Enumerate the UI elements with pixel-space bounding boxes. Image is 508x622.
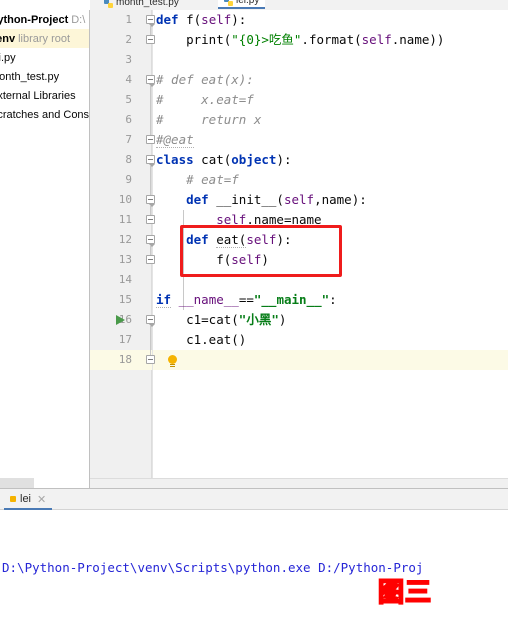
code-line[interactable]: print("{0}>吃鱼".format(self.name)): [156, 30, 508, 50]
line-number: 1: [125, 13, 132, 26]
code-line[interactable]: self.name=name: [156, 210, 508, 230]
sidebar-item-lei-py[interactable]: lei.py: [0, 48, 89, 67]
figure-caption: 图三: [377, 577, 433, 609]
tree-item-label: Python-Project: [0, 13, 69, 26]
line-number: 9: [125, 173, 132, 186]
line-number: 5: [125, 93, 132, 106]
code-line[interactable]: c1.eat(): [156, 330, 508, 350]
code-line[interactable]: [156, 50, 508, 70]
tree-item-path: library root: [18, 32, 71, 45]
code-content[interactable]: def f(self): print("{0}>吃鱼".format(self.…: [152, 10, 508, 488]
tree-item-label: lei.py: [0, 51, 16, 64]
code-line[interactable]: def f(self):: [156, 10, 508, 30]
code-line[interactable]: f(self): [156, 250, 508, 270]
tab-label: month_test.py: [116, 0, 179, 8]
sidebar-item-external-libraries[interactable]: External Libraries: [0, 86, 89, 105]
code-line[interactable]: def eat(self):: [156, 230, 508, 250]
fold-connector: [150, 85, 151, 140]
console-output[interactable]: D:\Python-Project\venv\Scripts\python.ex…: [2, 513, 508, 622]
tree-item-label: venv: [0, 32, 16, 45]
code-editor[interactable]: 1 2 3 4 5 6 7 8 9 10 11 12 13 14 15 16 1…: [90, 10, 508, 488]
code-line[interactable]: c1=cat("小黑"): [156, 310, 508, 330]
tab-label: lei.py: [236, 0, 260, 6]
code-line[interactable]: #@eat: [156, 130, 508, 150]
code-line[interactable]: class cat(object):: [156, 150, 508, 170]
console-tab-bar: lei ✕: [0, 489, 508, 510]
sidebar-item-month-test-py[interactable]: month_test.py: [0, 67, 89, 86]
tree-item-label: month_test.py: [0, 70, 60, 83]
tree-item-path: D:\: [71, 13, 86, 26]
code-line[interactable]: # return x: [156, 110, 508, 130]
python-file-icon: [104, 0, 113, 8]
close-icon[interactable]: ✕: [37, 493, 46, 506]
console-tab-label: lei: [20, 493, 32, 505]
line-number: 6: [125, 113, 132, 126]
code-line[interactable]: # x.eat=f: [156, 90, 508, 110]
sidebar-item-venv[interactable]: venv library root: [0, 29, 89, 48]
code-line[interactable]: if __name__=="__main__":: [156, 290, 508, 310]
tree-item-label: Scratches and Consoles: [0, 108, 90, 121]
sidebar-item-scratches-and-consoles[interactable]: Scratches and Consoles: [0, 105, 89, 124]
line-number: 13: [118, 253, 132, 266]
code-line[interactable]: [156, 350, 508, 370]
editor-tab-strip: month_test.py lei.py: [90, 0, 508, 10]
line-number: 12: [118, 233, 132, 246]
pycharm-window: month_test.py lei.py Python-Project D:\ …: [0, 0, 508, 622]
code-line[interactable]: # def eat(x):: [156, 70, 508, 90]
line-number: 16: [118, 313, 132, 326]
console-tab-lei[interactable]: lei ✕: [4, 490, 53, 510]
editor-footer-strip: [90, 478, 508, 488]
line-number: 17: [118, 333, 132, 346]
line-number: 10: [118, 193, 132, 206]
console-output-line: D:\Python-Project\venv\Scripts\python.ex…: [2, 560, 424, 575]
line-number: 15: [118, 293, 132, 306]
code-line[interactable]: # eat=f: [156, 170, 508, 190]
tab-lei-py[interactable]: lei.py: [218, 0, 266, 9]
line-number: 8: [125, 153, 132, 166]
sidebar-item-python-project[interactable]: Python-Project D:\: [0, 10, 89, 29]
sidebar-footer-chip: [0, 478, 34, 488]
run-config-icon: [10, 496, 16, 502]
python-file-icon: [224, 0, 233, 6]
code-line[interactable]: def __init__(self,name):: [156, 190, 508, 210]
line-number: 4: [125, 73, 132, 86]
line-number: 7: [125, 133, 132, 146]
code-line[interactable]: [156, 270, 508, 290]
tab-month_test-py[interactable]: month_test.py: [98, 0, 185, 9]
run-gutter-icon[interactable]: [116, 315, 125, 325]
line-number: 11: [118, 213, 132, 226]
line-number: 3: [125, 53, 132, 66]
line-number: 14: [118, 273, 132, 286]
tree-item-label: External Libraries: [0, 89, 76, 102]
line-number: 2: [125, 33, 132, 46]
project-tree-sidebar[interactable]: Python-Project D:\ venv library root lei…: [0, 10, 90, 488]
fold-connector: [150, 325, 151, 355]
line-number: 18: [118, 353, 132, 366]
